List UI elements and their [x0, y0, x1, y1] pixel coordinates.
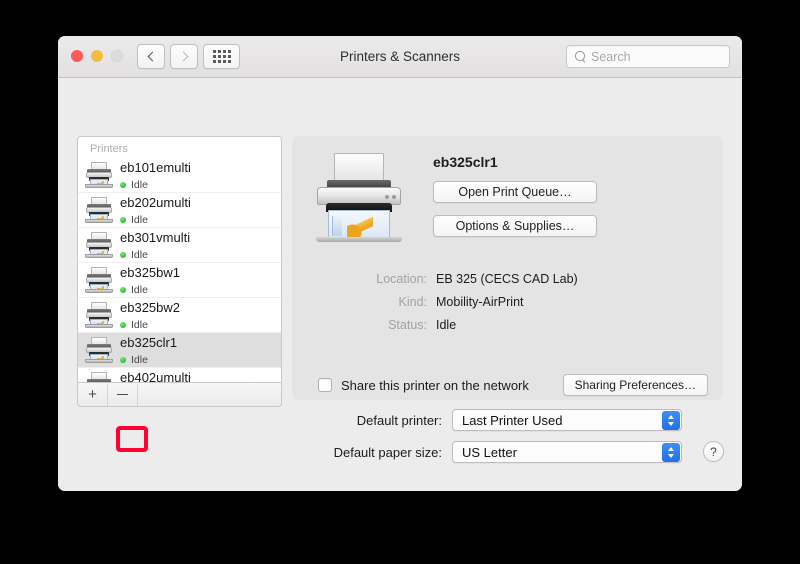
plus-icon: [88, 387, 97, 402]
printer-item-name: eb402umulti: [120, 369, 191, 383]
printer-name: eb325clr1: [433, 154, 498, 170]
default-printer-popup[interactable]: Last Printer Used: [452, 409, 682, 431]
share-printer-row: Share this printer on the network Sharin…: [318, 374, 708, 396]
printer-info-label: Kind:: [398, 294, 428, 309]
default-paper-size-value: US Letter: [462, 444, 517, 460]
printer-list-item[interactable]: eb325bw1 Idle: [78, 263, 281, 298]
open-print-queue-button[interactable]: Open Print Queue…: [433, 181, 597, 203]
default-paper-size-popup[interactable]: US Letter: [452, 441, 682, 463]
printer-item-name: eb101emulti: [120, 159, 191, 175]
printer-icon: [85, 232, 113, 258]
printer-icon: [85, 162, 113, 188]
printer-info-label: Status:: [388, 317, 427, 332]
status-dot-icon: [120, 252, 126, 259]
system-preferences-window: Printers & Scanners Search Printers eb10…: [58, 36, 742, 491]
default-paper-size-stepper-icon[interactable]: [662, 443, 680, 462]
share-printer-label: Share this printer on the network: [341, 377, 529, 393]
default-printer-row: Default printer: Last Printer Used: [310, 409, 682, 431]
minus-icon: [117, 393, 128, 396]
printer-item-status: Idle: [120, 179, 191, 191]
search-field[interactable]: Search: [566, 45, 730, 68]
search-placeholder: Search: [591, 49, 631, 64]
status-dot-icon: [120, 217, 126, 224]
printer-list-item[interactable]: eb101emulti Idle: [78, 158, 281, 193]
default-printer-stepper-icon[interactable]: [662, 411, 680, 430]
printer-icon: [85, 302, 113, 328]
printer-icon: [314, 153, 404, 242]
printer-item-status-text: Idle: [131, 284, 148, 297]
printer-item-name: eb325bw2: [120, 299, 180, 315]
printer-item-status: Idle: [120, 354, 177, 366]
printer-info-row: Kind: Mobility-AirPrint: [292, 290, 723, 313]
printer-item-status: Idle: [120, 319, 180, 331]
printer-info-fields: Location: EB 325 (CECS CAD Lab) Kind: Mobil…: [292, 267, 723, 336]
printer-item-status-text: Idle: [131, 319, 148, 332]
printer-info-row: Location: EB 325 (CECS CAD Lab): [292, 267, 723, 290]
printer-info-row: Status: Idle: [292, 313, 723, 336]
options-and-supplies-button[interactable]: Options & Supplies…: [433, 215, 597, 237]
printer-item-status: Idle: [120, 214, 191, 226]
status-dot-icon: [120, 287, 126, 294]
search-icon: [575, 51, 586, 62]
printer-detail-panel: eb325clr1 Open Print Queue… Options & Su…: [292, 136, 723, 400]
printer-item-status-text: Idle: [131, 249, 148, 262]
sharing-preferences-button[interactable]: Sharing Preferences…: [562, 374, 708, 396]
printer-item-status-text: Idle: [131, 179, 148, 192]
printer-info-value: EB 325 (CECS CAD Lab): [436, 271, 578, 286]
status-dot-icon: [120, 357, 126, 364]
printer-list-item[interactable]: eb402umultiIdle: [78, 368, 281, 383]
printer-list-item[interactable]: eb325clr1 Idle: [78, 333, 281, 368]
printer-item-name: eb202umulti: [120, 194, 191, 210]
printer-list[interactable]: Printers eb101emulti Idle eb202umulti Idle e…: [77, 136, 282, 383]
printer-item-status: Idle: [120, 284, 180, 296]
help-button[interactable]: ?: [703, 441, 724, 462]
annotation-highlight-rectangle: [116, 426, 148, 452]
window-titlebar: Printers & Scanners Search: [58, 36, 742, 78]
default-printer-value: Last Printer Used: [462, 412, 563, 428]
window-body: Printers eb101emulti Idle eb202umulti Idle e…: [58, 78, 742, 491]
printer-info-value: Idle: [436, 317, 457, 332]
status-dot-icon: [120, 322, 126, 329]
printer-item-status-text: Idle: [131, 354, 148, 367]
printer-item-name: eb325clr1: [120, 334, 178, 350]
printer-item-status-text: Idle: [131, 214, 148, 227]
share-printer-checkbox[interactable]: [318, 378, 332, 392]
printer-info-label: Location:: [376, 271, 427, 286]
printer-list-items: eb101emulti Idle eb202umulti Idle eb301vmult…: [78, 158, 281, 383]
printer-list-item[interactable]: eb325bw2 Idle: [78, 298, 281, 333]
printer-list-header: Printers: [78, 137, 281, 158]
printer-icon: [85, 267, 113, 293]
printer-item-name: eb301vmulti: [120, 229, 191, 245]
printer-list-toolbar: [77, 383, 282, 452]
status-dot-icon: [120, 182, 126, 189]
default-printer-label: Default printer:: [356, 412, 442, 428]
printer-info-value: Mobility-AirPrint: [436, 294, 524, 309]
printer-list-item[interactable]: eb202umulti Idle: [78, 193, 281, 228]
printer-list-item[interactable]: eb301vmulti Idle: [78, 228, 281, 263]
remove-printer-button[interactable]: [108, 383, 138, 406]
printer-icon: [85, 372, 113, 382]
printer-icon: [85, 337, 113, 363]
printer-item-name: eb325bw1: [120, 264, 180, 280]
add-printer-button[interactable]: [78, 383, 108, 406]
printer-icon: [85, 197, 113, 223]
printer-item-status: Idle: [120, 249, 190, 261]
default-paper-size-label: Default paper size:: [333, 444, 442, 460]
default-paper-size-row: Default paper size: US Letter: [310, 441, 682, 463]
